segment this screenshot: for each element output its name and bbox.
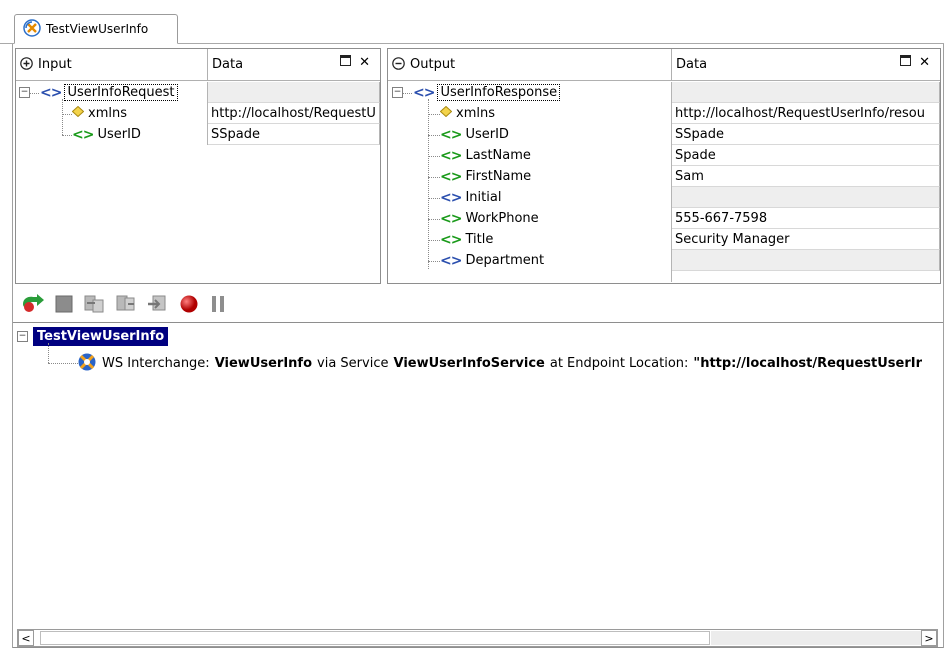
tree-row-root[interactable]: − TestViewUserInfo — [17, 326, 169, 347]
close-icon[interactable]: ✕ — [359, 55, 370, 70]
tree-row-lastname[interactable]: <> LastName — [440, 145, 531, 166]
endpoint-location: "http://localhost/RequestUserIr — [693, 356, 923, 371]
collapse-minus-icon[interactable] — [392, 56, 405, 73]
output-data-header-label: Data — [676, 57, 708, 72]
output-value-cell[interactable]: SSpade — [672, 124, 940, 145]
attribute-diamond-icon — [71, 105, 85, 121]
scrollbar-thumb[interactable] — [40, 631, 710, 645]
input-column-header[interactable]: Input — [16, 49, 208, 80]
collapse-icon[interactable]: − — [392, 87, 403, 98]
element-tag-icon: <> — [72, 126, 94, 143]
tree-node-label: UserID — [465, 127, 509, 142]
input-window-buttons: ✕ — [340, 55, 370, 70]
output-value-cell[interactable] — [672, 187, 940, 208]
tab-label: TestViewUserInfo — [46, 22, 149, 36]
tab-testviewuserinfo[interactable]: TestViewUserInfo — [14, 14, 178, 44]
element-tag-icon: <> — [440, 231, 462, 248]
input-header: Input Data ✕ — [16, 49, 380, 81]
tree-node-label: FirstName — [465, 169, 532, 184]
scroll-left-icon[interactable]: < — [18, 630, 34, 646]
service-name: ViewUserInfoService — [393, 356, 545, 371]
output-value-cell[interactable] — [672, 250, 940, 271]
tree-row-userid[interactable]: <> UserID — [72, 124, 141, 145]
input-value-cell[interactable] — [208, 82, 380, 103]
tree-row-initial[interactable]: <> Initial — [440, 187, 501, 208]
element-tag-icon: <> — [440, 210, 462, 227]
output-pane: Output Data ✕ http://localhost/RequestUs… — [387, 48, 941, 284]
step-out-icon[interactable] — [147, 294, 169, 317]
tree-node-label: UserInfoResponse — [437, 84, 561, 101]
element-tag-icon: <> — [40, 84, 62, 101]
maximize-icon[interactable] — [340, 55, 352, 70]
interchange-prefix: WS Interchange: — [102, 356, 210, 371]
tree-row-workphone[interactable]: <> WorkPhone — [440, 208, 539, 229]
output-header: Output Data ✕ — [388, 49, 940, 81]
step-over-icon[interactable] — [115, 294, 137, 317]
element-tag-icon: <> — [413, 84, 435, 101]
close-icon[interactable]: ✕ — [919, 55, 930, 70]
output-value-cell[interactable]: Security Manager — [672, 229, 940, 250]
tree-node-label: xmlns — [88, 106, 127, 121]
test-toolbar — [13, 290, 943, 320]
tree-node-label: WorkPhone — [465, 211, 539, 226]
input-pane: Input Data ✕ http://localhost/RequestU S… — [15, 48, 381, 284]
element-tag-icon: <> — [440, 147, 462, 164]
tree-row-ws-interchange[interactable]: WS Interchange: ViewUserInfo via Service… — [77, 353, 922, 374]
tree-node-label: UserID — [97, 127, 141, 142]
element-tag-icon: <> — [440, 189, 462, 206]
output-value-cell[interactable]: Sam — [672, 166, 940, 187]
output-window-buttons: ✕ — [900, 55, 930, 70]
attribute-diamond-icon — [439, 105, 453, 121]
tree-row-firstname[interactable]: <> FirstName — [440, 166, 531, 187]
tree-node-label: UserInfoRequest — [64, 84, 178, 101]
at-text: at Endpoint Location: — [549, 356, 689, 371]
output-value-cell[interactable]: Spade — [672, 145, 940, 166]
results-tree-panel: − TestViewUserInfo WS Interchange: ViewU… — [13, 322, 943, 648]
via-text: via Service — [317, 356, 389, 371]
test-editor: Input Data ✕ http://localhost/RequestU S… — [12, 44, 944, 648]
element-tag-icon: <> — [440, 252, 462, 269]
editor-tab-bar: TestViewUserInfo — [0, 8, 944, 44]
tree-row-xmlns[interactable]: xmlns — [71, 103, 127, 124]
element-tag-icon: <> — [440, 126, 462, 143]
tree-row-title[interactable]: <> Title — [440, 229, 493, 250]
tree-node-label: Department — [465, 253, 545, 268]
output-value-cell[interactable] — [672, 82, 940, 103]
collapse-icon[interactable]: − — [17, 331, 28, 342]
output-value-cell[interactable]: 555-667-7598 — [672, 208, 940, 229]
horizontal-scrollbar[interactable]: < > — [17, 629, 938, 647]
maximize-icon[interactable] — [900, 55, 912, 70]
tree-root-label: TestViewUserInfo — [33, 327, 169, 346]
input-data-header-label: Data — [212, 57, 244, 72]
breakpoint-icon[interactable] — [179, 294, 199, 317]
element-tag-icon: <> — [440, 168, 462, 185]
output-value-cell[interactable]: http://localhost/RequestUserInfo/resou — [672, 103, 940, 124]
tree-row-userinforesponse[interactable]: − <> UserInfoResponse — [392, 82, 561, 103]
output-column-header[interactable]: Output — [388, 49, 672, 80]
tree-row-userid[interactable]: <> UserID — [440, 124, 509, 145]
output-header-label: Output — [410, 57, 456, 72]
step-into-icon[interactable] — [83, 294, 105, 317]
operation-name: ViewUserInfo — [214, 356, 313, 371]
input-value-cell[interactable]: SSpade — [208, 124, 380, 145]
web-service-icon — [77, 352, 97, 376]
tree-node-label: Initial — [465, 190, 502, 205]
tree-node-label: LastName — [465, 148, 531, 163]
web-service-icon — [23, 18, 41, 40]
tree-node-label: xmlns — [456, 106, 495, 121]
expand-plus-icon[interactable] — [20, 56, 33, 73]
scrollbar-track[interactable] — [711, 631, 921, 645]
run-icon[interactable] — [21, 293, 45, 317]
input-header-label: Input — [38, 57, 72, 72]
tree-row-department[interactable]: <> Department — [440, 250, 544, 271]
stop-icon[interactable] — [55, 295, 73, 316]
tree-row-xmlns[interactable]: xmlns — [439, 103, 495, 124]
tree-node-label: Title — [465, 232, 494, 247]
scroll-right-icon[interactable]: > — [921, 630, 937, 646]
pause-icon[interactable] — [209, 294, 227, 317]
tree-row-userinforequest[interactable]: − <> UserInfoRequest — [19, 82, 178, 103]
input-value-cell[interactable]: http://localhost/RequestU — [208, 103, 380, 124]
collapse-icon[interactable]: − — [19, 87, 30, 98]
